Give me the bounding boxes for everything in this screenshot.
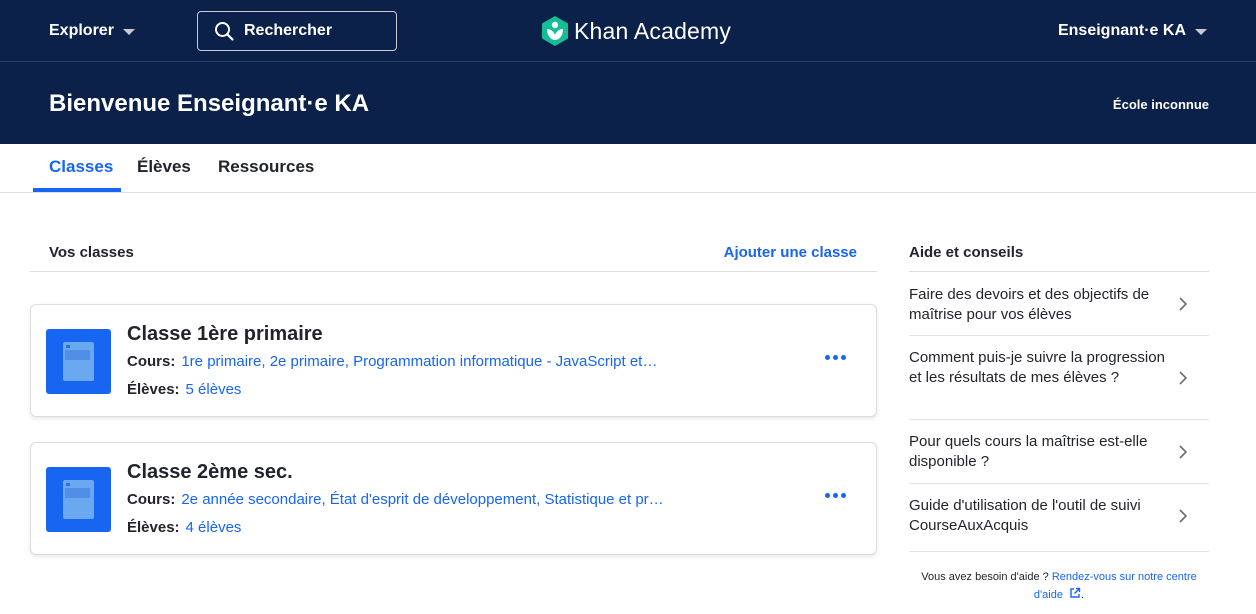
help-link-maitrise[interactable]: Pour quels cours la maîtrise est-elle di… (909, 420, 1209, 484)
explore-label: Explorer (49, 22, 114, 39)
class-name-link[interactable]: Classe 1ère primaire (127, 323, 323, 346)
help-footer-text: Vous avez besoin d'aide ? (921, 571, 1049, 583)
class-courses: Cours: 2e année secondaire, État d'esprit… (127, 491, 664, 508)
more-options-icon[interactable] (825, 493, 846, 498)
tab-bar: Classes Élèves Ressources (0, 144, 1256, 193)
add-class-button[interactable]: Ajouter une classe (724, 244, 857, 261)
class-book-icon (46, 467, 111, 532)
active-tab-indicator (33, 188, 121, 192)
tab-classes[interactable]: Classes (49, 157, 113, 177)
class-students-link[interactable]: 5 élèves (186, 381, 242, 398)
class-courses-link[interactable]: 2e année secondaire, État d'esprit de dé… (181, 491, 663, 508)
chevron-down-icon (1195, 28, 1207, 35)
search-input[interactable]: Rechercher (197, 11, 397, 51)
search-label: Rechercher (244, 22, 333, 39)
help-link-text: Pour quels cours la maîtrise est-elle di… (909, 433, 1148, 470)
explore-menu-button[interactable]: Explorer (49, 22, 135, 40)
help-center-note: Vous avez besoin d'aide ? Rendez-vous su… (909, 568, 1209, 604)
help-heading: Aide et conseils (909, 244, 1024, 261)
help-link-guide[interactable]: Guide d'utilisation de l'outil de suivi … (909, 484, 1209, 552)
tab-ressources[interactable]: Ressources (218, 157, 314, 177)
class-courses: Cours: 1re primaire, 2e primaire, Program… (127, 353, 657, 370)
help-link-text: Comment puis-je suivre la progression et… (909, 349, 1165, 386)
courses-label: Cours: (127, 491, 176, 508)
khan-leaf-logo-icon (542, 16, 568, 46)
class-name-link[interactable]: Classe 2ème sec. (127, 461, 293, 484)
search-icon (215, 22, 234, 41)
chevron-right-icon (1179, 371, 1187, 385)
help-link-text: Faire des devoirs et des objectifs de ma… (909, 286, 1150, 323)
help-header: Aide et conseils (909, 231, 1209, 272)
help-link-text: Guide d'utilisation de l'outil de suivi … (909, 497, 1141, 534)
more-options-icon[interactable] (825, 355, 846, 360)
help-link-devoirs[interactable]: Faire des devoirs et des objectifs de ma… (909, 272, 1209, 336)
page-title: Bienvenue Enseignant·e KA (49, 90, 370, 117)
logo-text: Khan Academy (574, 17, 732, 44)
khan-academy-logo[interactable]: Khan Academy (542, 16, 731, 46)
chevron-right-icon (1179, 445, 1187, 459)
class-students: Élèves: 4 élèves (127, 519, 241, 536)
courses-label: Cours: (127, 353, 176, 370)
class-courses-link[interactable]: 1re primaire, 2e primaire, Programmation… (181, 353, 657, 370)
tab-eleves[interactable]: Élèves (137, 157, 191, 177)
user-name: Enseignant·e KA (1057, 22, 1186, 39)
class-students: Élèves: 5 élèves (127, 381, 241, 398)
students-label: Élèves: (127, 519, 180, 536)
chevron-right-icon (1179, 509, 1187, 523)
top-nav-bar: Explorer Rechercher Khan Academy Enseign… (0, 0, 1256, 62)
user-menu-button[interactable]: Enseignant·e KA (1058, 22, 1207, 40)
students-label: Élèves: (127, 381, 180, 398)
class-book-icon (46, 329, 111, 394)
school-name: École inconnue (1112, 97, 1209, 112)
chevron-down-icon (122, 28, 135, 35)
help-footer-end: . (1081, 589, 1085, 601)
welcome-banner: Bienvenue Enseignant·e KA École inconnue (0, 62, 1256, 144)
chevron-right-icon (1179, 297, 1187, 311)
class-students-link[interactable]: 4 élèves (186, 519, 242, 536)
class-card: Classe 2ème sec. Cours: 2e année secondai… (30, 442, 877, 555)
help-link-progression[interactable]: Comment puis-je suivre la progression et… (909, 336, 1209, 420)
classes-header: Vos classes Ajouter une classe (30, 231, 877, 272)
class-card: Classe 1ère primaire Cours: 1re primaire,… (30, 304, 877, 417)
classes-heading: Vos classes (49, 244, 134, 261)
external-link-icon (1070, 587, 1081, 598)
help-center-link[interactable]: Rendez-vous sur notre centre d'aide (1034, 571, 1197, 601)
